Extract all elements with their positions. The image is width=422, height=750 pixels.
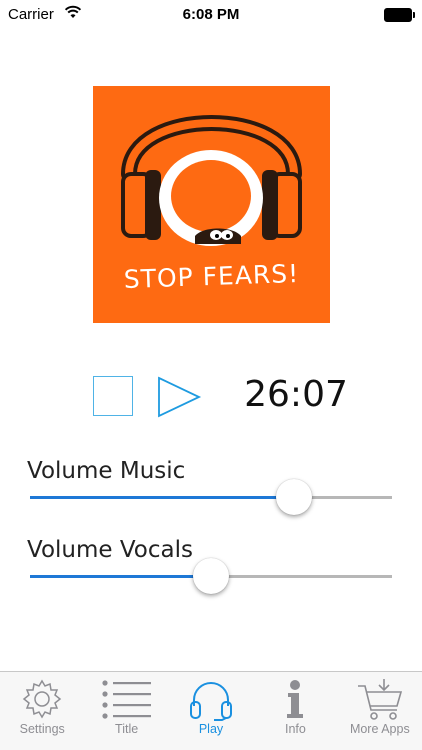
album-artwork: STOP FEARS! <box>93 86 330 323</box>
screen: Carrier 6:08 PM STOP FEARS! 26:07 Volume… <box>0 0 422 750</box>
time-remaining: 26:07 <box>244 374 348 415</box>
volume-music-label: Volume Music <box>27 458 186 484</box>
headphones-icon <box>190 682 233 721</box>
volume-music-thumb[interactable] <box>276 479 313 515</box>
volume-vocals-fill <box>30 575 211 578</box>
gear-icon <box>23 679 62 719</box>
tab-play-label: Play <box>198 722 224 736</box>
tab-title-label: Title <box>115 722 139 736</box>
play-icon <box>158 376 202 418</box>
volume-music-fill <box>30 496 295 499</box>
info-icon <box>287 680 304 718</box>
status-bar: Carrier 6:08 PM <box>0 0 422 30</box>
tab-info-label: Info <box>284 722 306 736</box>
volume-vocals-label: Volume Vocals <box>27 537 193 563</box>
play-button[interactable] <box>156 376 202 418</box>
tab-bar: Settings Title Play Info More Apps <box>0 671 422 750</box>
list-icon <box>102 680 151 719</box>
tab-info[interactable]: Info <box>253 672 337 750</box>
status-time: 6:08 PM <box>182 6 240 23</box>
tab-more-apps[interactable]: More Apps <box>338 672 422 750</box>
stop-button[interactable] <box>93 376 133 416</box>
volume-vocals-thumb[interactable] <box>193 558 229 594</box>
tab-title[interactable]: Title <box>84 672 168 750</box>
cart-icon <box>357 679 402 720</box>
volume-music-slider[interactable] <box>30 479 392 515</box>
tab-settings[interactable]: Settings <box>0 672 84 750</box>
tab-more-apps-label: More Apps <box>349 722 410 736</box>
volume-vocals-slider[interactable] <box>30 558 392 594</box>
battery-icon <box>384 8 415 22</box>
tab-settings-label: Settings <box>19 722 65 736</box>
tab-play[interactable]: Play <box>169 672 253 750</box>
